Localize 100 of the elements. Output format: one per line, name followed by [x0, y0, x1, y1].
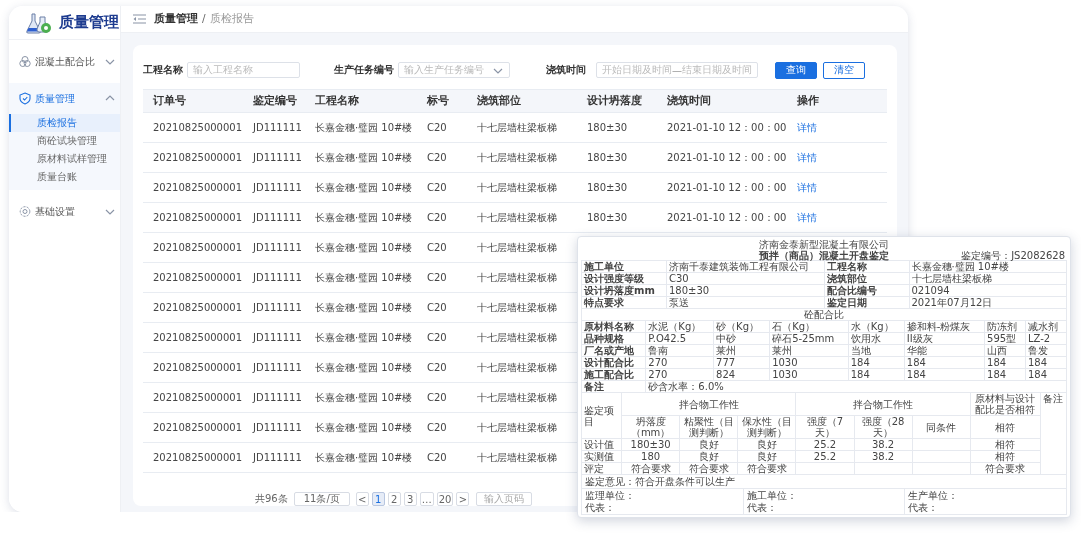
table-cell-text: JD111111 — [253, 302, 303, 313]
search-button[interactable]: 查询 — [775, 61, 817, 79]
table-cell: 鉴定日期 — [826, 297, 867, 308]
page-button[interactable]: 2 — [387, 492, 401, 506]
table-cell: 减水剂 — [1028, 321, 1058, 332]
table-cell: 相符 — [995, 439, 1016, 450]
representative-label: 代表： — [908, 502, 940, 513]
breadcrumb-item[interactable]: 质量管理 — [154, 12, 198, 24]
clear-button[interactable]: 清空 — [823, 61, 865, 79]
logo-icon — [25, 10, 53, 35]
submenu-item[interactable]: 原材料试样管理 — [9, 150, 120, 168]
document-code: 鉴定编号：JS2082628 — [961, 250, 1065, 261]
table-cell: 良好 — [698, 451, 719, 462]
table-cell: 粘聚性（目测判断） — [683, 416, 734, 438]
submenu-item[interactable]: 质检报告 — [9, 114, 120, 132]
table-cell-text: 长嘉金穗·璧园 10#楼 — [315, 300, 414, 315]
menu-item[interactable]: 基础设置 — [9, 196, 120, 227]
column-header: 浇筑部位 — [477, 94, 522, 108]
signature-label: 生产单位： — [908, 490, 960, 501]
table-cell-text: JD111111 — [253, 212, 303, 223]
column-header: 鉴定编号 — [253, 94, 298, 108]
table-cell-text: 180±30 — [587, 212, 629, 223]
table-cell: 配合比编号 — [826, 285, 877, 296]
table-cell-text: JD111111 — [253, 392, 303, 403]
circles-icon — [19, 55, 31, 68]
table-cell-text: 20210825000001 — [153, 242, 244, 253]
table-cell: 021094 — [911, 285, 950, 296]
table-cell-text: 20210825000001 — [153, 122, 244, 133]
details-link[interactable]: 详情 — [797, 210, 887, 225]
representative-label: 代表： — [585, 502, 616, 513]
table-cell: 济南千泰建筑装饰工程有限公司 — [669, 261, 809, 272]
table-cell: 工程名称 — [826, 261, 867, 272]
details-link[interactable]: 详情 — [797, 180, 887, 195]
menu-icon[interactable] — [133, 14, 146, 24]
page-button[interactable]: … — [419, 492, 434, 506]
table-cell-text: 长嘉金穗·璧园 10#楼 — [315, 390, 414, 405]
table-cell-text: 长嘉金穗·璧园 10#楼 — [315, 120, 414, 135]
table-cell: 25.2 — [813, 439, 837, 450]
page-size-select[interactable]: 11条/页 — [293, 492, 350, 506]
table-cell: 相符 — [995, 451, 1016, 462]
table-cell: 拌合物工作性 — [678, 398, 739, 410]
submenu-item[interactable]: 商砼试块管理 — [9, 132, 120, 150]
signature-label: 施工单位： — [746, 490, 798, 501]
table-cell: 良好 — [698, 439, 719, 450]
table-cell-text: C20 — [427, 212, 448, 223]
menu-item[interactable]: 混凝土配合比 — [9, 46, 120, 77]
table-cell-text: 十七层墙柱梁板梯 — [477, 270, 558, 285]
table-cell: 砂含水率：6.0% — [648, 381, 724, 392]
table-cell: 石（Kg） — [772, 321, 816, 332]
table-cell-text: 20210825000001 — [153, 212, 244, 223]
table-cell: 评定 — [584, 463, 604, 474]
table-cell: 2021年07月12日 — [911, 297, 993, 308]
page-button[interactable]: 20 — [436, 492, 454, 506]
table-cell-text: 长嘉金穗·璧园 10#楼 — [315, 240, 414, 255]
table-cell: 鲁发 — [1028, 345, 1048, 356]
table-cell-text: 20210825000001 — [153, 332, 244, 343]
table-cell: 强度（7天） — [806, 416, 844, 438]
table-cell-text: 长嘉金穗·璧园 10#楼 — [315, 420, 414, 435]
table-cell-text: C20 — [427, 302, 448, 313]
table-cell-text: 180±30 — [587, 122, 629, 133]
previous-page-button[interactable]: < — [355, 492, 369, 506]
table-cell-text: C20 — [427, 452, 448, 463]
table-cell-text: JD111111 — [253, 362, 303, 373]
menu-item[interactable]: 质量管理 — [9, 83, 120, 114]
details-link[interactable]: 详情 — [797, 120, 887, 135]
table-cell-text: 20210825000001 — [153, 392, 244, 403]
breadcrumb-separator: / — [202, 12, 206, 24]
table-cell-text: 十七层墙柱梁板梯 — [477, 180, 558, 195]
table-cell: 饮用水 — [850, 333, 881, 344]
column-header: 浇筑时间 — [667, 94, 712, 108]
table-cell: 当地 — [850, 345, 871, 356]
table-cell-text: C20 — [427, 392, 448, 403]
table-cell: 符合要求 — [688, 463, 729, 474]
table-cell: 184 — [850, 369, 870, 380]
table-cell: 184 — [1028, 357, 1048, 368]
table-cell: 十七层墙柱梁板梯 — [911, 273, 992, 284]
next-page-button[interactable]: > — [456, 492, 470, 506]
document-title: 预拌（商品）混凝土开盘鉴定 — [759, 250, 889, 261]
table-cell-text: 十七层墙柱梁板梯 — [477, 390, 558, 405]
table-cell-text: C20 — [427, 362, 448, 373]
page-button[interactable]: 3 — [403, 492, 417, 506]
table-cell: 特点要求 — [584, 297, 624, 308]
breadcrumb-item: 质检报告 — [209, 12, 254, 24]
table-cell: C30 — [669, 273, 689, 284]
table-cell: 良好 — [756, 451, 777, 462]
table-cell-text: JD111111 — [253, 332, 303, 343]
table-cell-text: 长嘉金穗·璧园 10#楼 — [315, 180, 414, 195]
table-cell-text: 十七层墙柱梁板梯 — [477, 210, 558, 225]
field-label: 浇筑时间 — [546, 63, 586, 77]
details-link[interactable]: 详情 — [797, 150, 887, 165]
page-button[interactable]: 1 — [371, 492, 385, 506]
table-cell: 符合要求 — [630, 463, 671, 474]
table-cell-text: 180±30 — [587, 152, 629, 163]
table-cell-text: 十七层墙柱梁板梯 — [477, 420, 558, 435]
table-cell-text: 20210825000001 — [153, 422, 244, 433]
table-cell: 180±30 — [669, 285, 710, 296]
table-cell-text: C20 — [427, 152, 448, 163]
submenu-item[interactable]: 质量台账 — [9, 168, 120, 186]
representative-label: 代表： — [746, 502, 778, 513]
table-cell-text: 2021-01-10 12：00：00 — [667, 180, 788, 195]
